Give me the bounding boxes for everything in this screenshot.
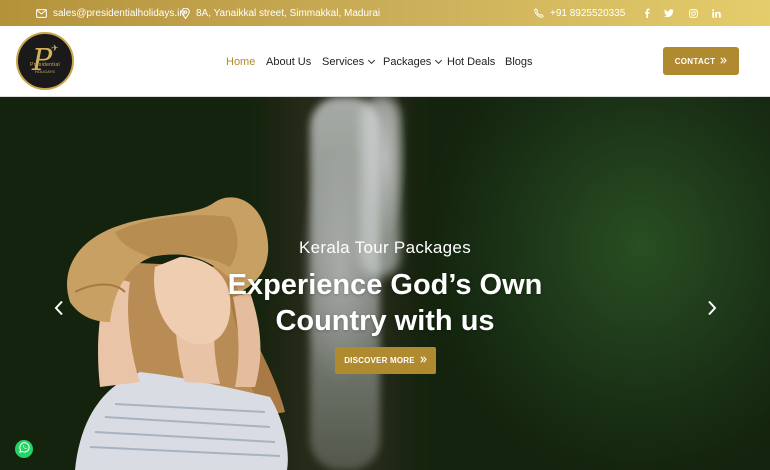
nav-blogs-label: Blogs [505,55,533,68]
chevron-right-icon [707,296,717,322]
chevron-left-icon [54,296,64,322]
nav-blogs[interactable]: Blogs [505,26,533,97]
email-text: sales@presidentialholidays.in [53,7,185,19]
discover-more-button[interactable]: DISCOVER MORE [335,347,436,374]
nav-home-label: Home [226,55,256,68]
phone-text: +91 8925520335 [550,7,626,19]
logo-text-line2: HOLIDAYS [35,69,55,74]
nav-packages[interactable]: Packages [383,26,443,97]
phone-icon [534,8,544,18]
whatsapp-icon [18,440,30,458]
brand-logo[interactable]: P ✈ Presidential HOLIDAYS [16,32,74,90]
double-chevron-right-icon [720,56,728,66]
address-info: 8A, Yanaikkal street, Simmakkal, Madurai [181,0,380,26]
phone-link[interactable]: +91 8925520335 [534,0,625,26]
discover-more-label: DISCOVER MORE [344,356,415,365]
contact-button[interactable]: CONTACT [663,47,739,75]
nav-packages-label: Packages [383,55,432,68]
nav-services-label: Services [322,55,365,68]
site-header: P ✈ Presidential HOLIDAYS Home About Us … [0,26,770,97]
map-pin-icon [181,7,190,19]
slider-next-button[interactable] [702,297,722,321]
envelope-icon [36,8,47,18]
contact-button-label: CONTACT [674,56,716,66]
chevron-down-icon [368,56,376,64]
nav-about-us[interactable]: About Us [266,26,311,97]
nav-hot-deals[interactable]: Hot Deals [447,26,495,97]
facebook-icon[interactable] [640,0,654,26]
hero-headline-line2: Country with us [275,305,495,337]
logo-text-line1: Presidential [30,62,60,68]
nav-home[interactable]: Home [226,26,255,97]
slider-prev-button[interactable] [49,297,69,321]
hero-slider: Kerala Tour Packages Experience God’s Ow… [0,97,770,470]
hero-subtitle: Kerala Tour Packages [298,238,471,257]
top-bar: sales@presidentialholidays.in 8A, Yanaik… [0,0,770,26]
nav-services[interactable]: Services [322,26,376,97]
airplane-icon: ✈ [51,43,59,53]
nav-about-us-label: About Us [266,55,312,68]
email-link[interactable]: sales@presidentialholidays.in [36,0,185,26]
twitter-icon[interactable] [662,0,676,26]
instagram-icon[interactable] [686,0,700,26]
hero-headline: Experience God’s Own Country with us [0,267,770,339]
linkedin-icon[interactable] [709,0,723,26]
nav-hot-deals-label: Hot Deals [447,55,496,68]
address-text: 8A, Yanaikkal street, Simmakkal, Madurai [196,7,381,19]
hero-headline-line1: Experience God’s Own [227,269,543,301]
double-chevron-right-icon [420,356,427,365]
chevron-down-icon [435,56,443,64]
whatsapp-chat-button[interactable] [15,440,33,458]
